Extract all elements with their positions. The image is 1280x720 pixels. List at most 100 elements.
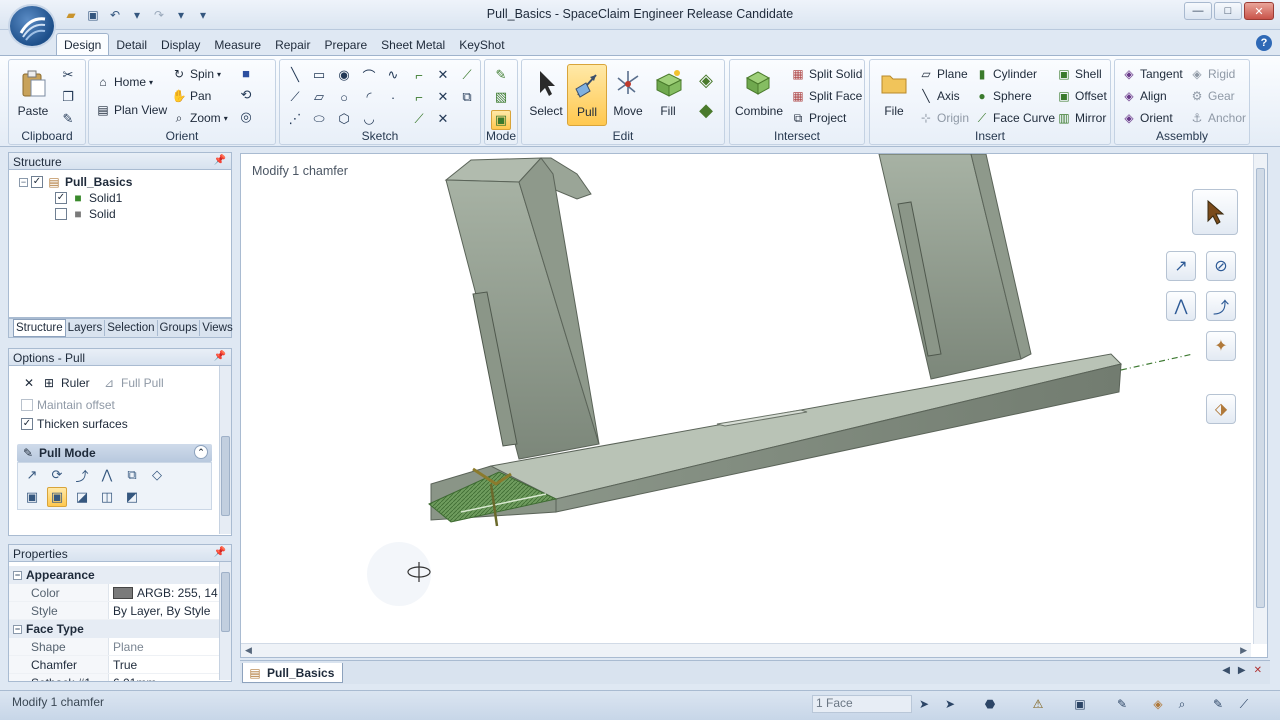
pan-button[interactable]: ✋ Pan	[171, 86, 212, 106]
offset-curve-icon[interactable]: ⌐	[410, 88, 428, 106]
tab-repair[interactable]: Repair	[268, 34, 317, 56]
pin-icon[interactable]: 📌	[214, 547, 226, 558]
offset-button[interactable]: ▣ Offset	[1056, 86, 1106, 106]
view-style-icon[interactable]: ▣	[1070, 694, 1090, 714]
color-swatch[interactable]	[113, 586, 133, 599]
properties-scroll-thumb[interactable]	[221, 572, 230, 632]
slot-icon[interactable]: ⬭	[310, 110, 328, 128]
three-point-rect-icon[interactable]: ▱	[310, 88, 328, 106]
cut-icon[interactable]: ✂	[59, 66, 77, 84]
maintain-offset-option[interactable]: Maintain offset	[21, 396, 115, 414]
spin-button[interactable]: ↻ Spin ▾	[171, 64, 221, 84]
thicken-surfaces-checkbox[interactable]: ✓	[21, 418, 33, 430]
full-pull-option[interactable]: ⊿ Full Pull	[101, 374, 164, 392]
layers-icon[interactable]: ◈	[1148, 694, 1168, 714]
project-button[interactable]: ⧉ Project	[790, 108, 847, 128]
trim-icon[interactable]: ✕	[434, 66, 452, 84]
thicken-surfaces-option[interactable]: ✓ Thicken surfaces	[21, 415, 128, 433]
mirror-button[interactable]: ▥ Mirror	[1056, 108, 1106, 128]
design-viewport[interactable]: Modify 1 chamfer ↗ ⊘ ⋀ ⤴ ✦ ⬗ ◀ ▶	[240, 153, 1268, 658]
options-scrollbar[interactable]	[219, 366, 231, 534]
close-button[interactable]: ✕	[1244, 2, 1274, 20]
revolve-guide-button[interactable]: ⊘	[1206, 251, 1236, 281]
tab-sheet-metal[interactable]: Sheet Metal	[374, 34, 452, 56]
rotate-view-icon[interactable]: ⟲	[237, 86, 255, 104]
maximize-button[interactable]: □	[1214, 2, 1242, 20]
tab-keyshot[interactable]: KeyShot	[452, 34, 511, 56]
3d-mode-icon[interactable]: ▣	[491, 110, 511, 130]
prop-style[interactable]: Style By Layer, By Style	[9, 602, 219, 620]
pull-direction-icon[interactable]: ↗	[22, 465, 42, 485]
sphere-button[interactable]: ● Sphere	[974, 86, 1031, 106]
tab-measure[interactable]: Measure	[207, 34, 268, 56]
move-button[interactable]: Move	[608, 64, 648, 126]
select-button[interactable]: Select	[526, 64, 566, 126]
shell-button[interactable]: ▣ Shell	[1056, 64, 1101, 84]
ruler-option[interactable]: ✕ ⊞ Ruler	[21, 374, 90, 392]
prop-setback[interactable]: Setback #1 6.01mm	[9, 674, 219, 681]
options-scroll-thumb[interactable]	[221, 436, 230, 516]
blend-icon[interactable]: ◈	[694, 68, 718, 92]
plan-view-button[interactable]: ▤ Plan View	[95, 100, 167, 120]
cut-tool-icon[interactable]: ◪	[72, 487, 92, 507]
fillet-icon[interactable]: ⟋	[410, 110, 428, 128]
prop-color[interactable]: Color ARGB: 255, 14	[9, 584, 219, 602]
up-to-guide-button[interactable]: ✦	[1206, 331, 1236, 361]
stop-icon[interactable]: ⬣	[980, 694, 1000, 714]
tab-display[interactable]: Display	[154, 34, 207, 56]
up-to-icon[interactable]: ◩	[122, 487, 142, 507]
draft-icon[interactable]: ⋀	[97, 465, 117, 485]
face-type-category[interactable]: − Face Type	[9, 620, 219, 638]
tab-views[interactable]: Views	[200, 320, 234, 336]
no-merge-icon[interactable]: ▣	[47, 487, 67, 507]
select-filter-icon[interactable]: ➤	[914, 694, 934, 714]
appearance-category[interactable]: − Appearance	[9, 566, 219, 584]
orient-button[interactable]: ◈ Orient	[1121, 108, 1172, 128]
doc-tab-pull-basics[interactable]: ▤ Pull_Basics	[242, 663, 344, 683]
close-tab-icon[interactable]: ✕	[1254, 665, 1262, 676]
cylinder-button[interactable]: ▮ Cylinder	[974, 64, 1037, 84]
polyline-icon[interactable]: ⟋	[286, 88, 304, 106]
sweep-icon[interactable]: ⤴	[72, 465, 92, 485]
construction-line-icon[interactable]: ⋰	[286, 110, 304, 128]
prev-tab-icon[interactable]: ◀	[1222, 665, 1230, 676]
revolve-icon[interactable]: ⟳	[47, 465, 67, 485]
direction-guide-button[interactable]: ↗	[1166, 251, 1196, 281]
origin-button[interactable]: ⊹ Origin	[918, 108, 969, 128]
select-mode-icon[interactable]: ➤	[940, 694, 960, 714]
help-icon[interactable]: ?	[1256, 35, 1272, 51]
full-pull-guide-button[interactable]: ⬗	[1206, 394, 1236, 424]
collapse-icon[interactable]: −	[13, 624, 22, 634]
extend-icon[interactable]: ✕	[434, 110, 452, 128]
split-solid-button[interactable]: ▦ Split Solid	[790, 64, 862, 84]
split-face-button[interactable]: ▦ Split Face	[790, 86, 862, 106]
prop-chamfer[interactable]: Chamfer True	[9, 656, 219, 674]
pull-button[interactable]: Pull	[567, 64, 607, 126]
gear-button[interactable]: ⚙ Gear	[1189, 86, 1235, 106]
home-button[interactable]: ⌂ Home ▾	[95, 72, 153, 92]
both-sides-icon[interactable]: ◫	[97, 487, 117, 507]
visibility-checkbox[interactable]: ✓	[55, 192, 67, 204]
tab-structure[interactable]: Structure	[13, 319, 66, 337]
three-point-circle-icon[interactable]: ○	[335, 88, 353, 106]
viewport-vscroll-thumb[interactable]	[1256, 168, 1265, 608]
replace-icon[interactable]: ◆	[694, 98, 718, 122]
select-guide-button[interactable]	[1192, 189, 1238, 235]
tab-prepare[interactable]: Prepare	[317, 34, 374, 56]
selection-indicator[interactable]: 1 Face	[812, 695, 912, 713]
collapse-icon[interactable]: −	[19, 177, 28, 187]
collapse-icon[interactable]: −	[13, 570, 22, 580]
pivot-edge-icon[interactable]: ◇	[147, 465, 167, 485]
tree-item-pull-basics[interactable]: − ✓ ▤ Pull_Basics	[19, 174, 132, 190]
sketch-grid-icon[interactable]: ✎	[1112, 694, 1132, 714]
collapse-section-icon[interactable]: ⌃	[194, 445, 208, 459]
rectangle-icon[interactable]: ▭	[310, 66, 328, 84]
zoom-button[interactable]: ⌕ Zoom ▾	[171, 108, 228, 128]
paste-button[interactable]: Paste	[13, 64, 53, 126]
combine-button[interactable]: Combine	[735, 64, 783, 126]
measure-status-icon[interactable]: ✎	[1208, 694, 1228, 714]
visibility-checkbox[interactable]: ✓	[31, 176, 43, 188]
tab-selection[interactable]: Selection	[105, 320, 158, 336]
format-painter-icon[interactable]: ✎	[59, 110, 77, 128]
app-logo[interactable]	[8, 4, 56, 48]
